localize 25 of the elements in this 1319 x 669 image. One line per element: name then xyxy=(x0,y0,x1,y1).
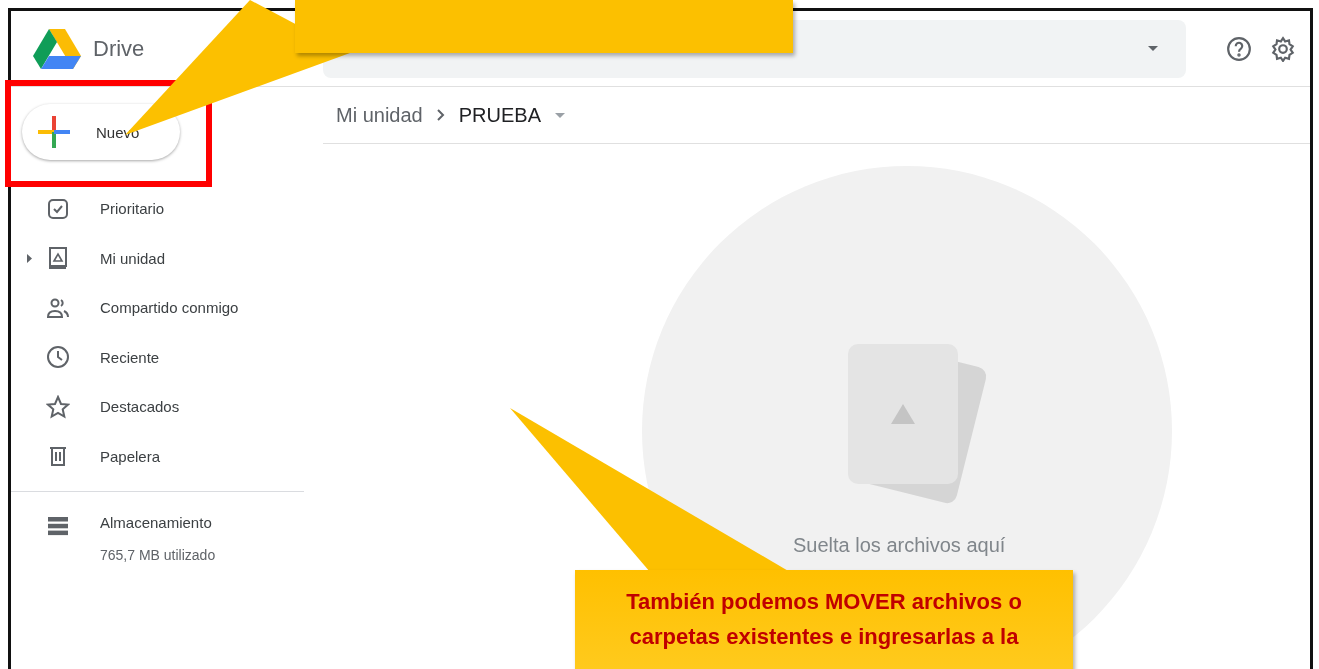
sidebar-item[interactable]: Reciente xyxy=(11,332,307,382)
storage-usage: 765,7 MB utilizado xyxy=(100,547,216,563)
sidebar-item[interactable]: Destacados xyxy=(11,382,307,432)
callout-text: También podemos MOVER archivos o xyxy=(626,588,1022,616)
drive-folder-icon xyxy=(46,246,70,271)
breadcrumb-item[interactable]: PRUEBA xyxy=(458,103,541,127)
storage-icon xyxy=(46,514,70,538)
sidebar-item[interactable]: Mi unidad xyxy=(11,233,307,283)
drive-logo-icon xyxy=(33,28,81,69)
storage-label[interactable]: Almacenamiento xyxy=(100,514,216,531)
dropdown-caret-icon[interactable] xyxy=(554,112,565,118)
plus-icon xyxy=(38,116,70,148)
sidebar-item[interactable]: Compartido conmigo xyxy=(11,283,307,333)
drop-zone-text: Suelta los archivos aquí xyxy=(793,534,1006,557)
expand-caret-icon[interactable] xyxy=(27,253,32,263)
clock-icon xyxy=(46,345,70,370)
chevron-right-icon xyxy=(436,109,445,121)
checkbox-icon xyxy=(46,196,70,221)
app-name: Drive xyxy=(93,35,145,62)
sidebar-item[interactable]: Prioritario xyxy=(11,184,307,234)
star-icon xyxy=(46,394,70,419)
callout-text: carpetas existentes e ingresarlas a la xyxy=(629,623,1019,651)
dropdown-caret-icon[interactable] xyxy=(1148,46,1158,51)
sidebar-item[interactable]: Papelera xyxy=(11,431,307,481)
breadcrumb-item[interactable]: Mi unidad xyxy=(336,103,423,127)
